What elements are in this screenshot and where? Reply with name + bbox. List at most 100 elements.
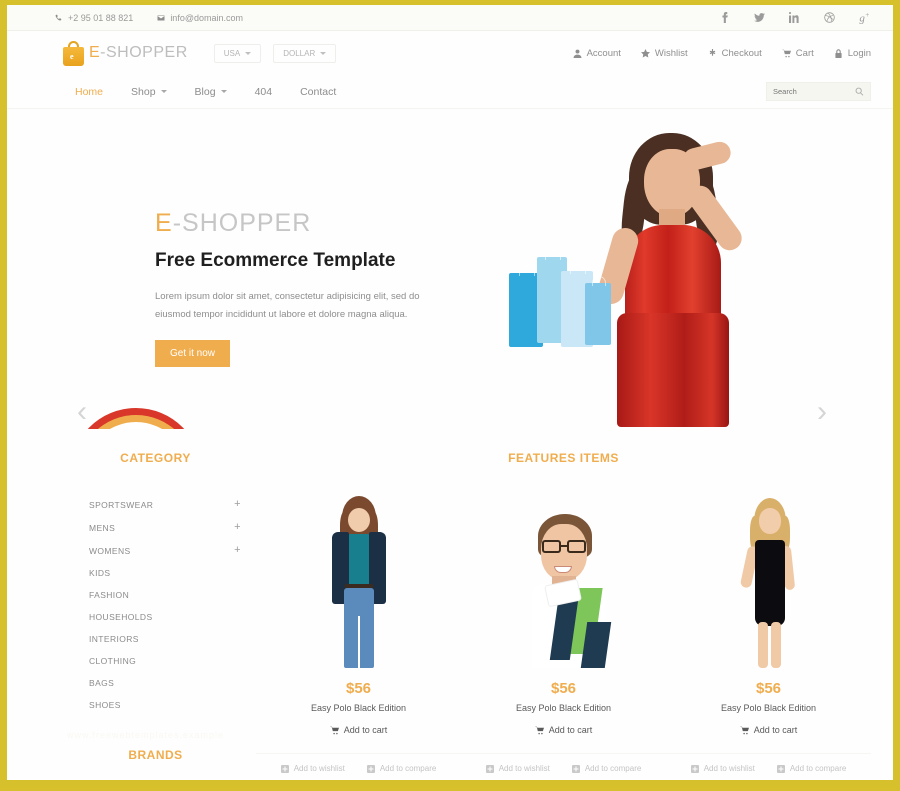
- sidebar-item-bags[interactable]: BAGS: [89, 672, 241, 694]
- main-navigation: Home Shop Blog 404 Contact: [7, 75, 893, 109]
- linkedin-icon[interactable]: [788, 11, 801, 24]
- plus-icon[interactable]: +: [234, 522, 241, 533]
- nav-item-shop-label: Shop: [131, 85, 156, 98]
- product-card[interactable]: $56 Easy Polo Black Edition Add to cart …: [461, 493, 666, 773]
- site-header: e E-SHOPPER USA DOLLAR Account Wishlist …: [7, 31, 893, 75]
- hero-brand-suffix: -SHOPPER: [172, 209, 312, 237]
- login-label: Login: [847, 47, 871, 59]
- nav-item-shop[interactable]: Shop: [117, 86, 181, 98]
- plus-square-icon: [776, 764, 785, 773]
- wishlist-link[interactable]: Wishlist: [640, 48, 688, 59]
- sidebar-item-sportswear[interactable]: SPORTSWEAR +: [89, 493, 241, 516]
- carousel-prev-arrow[interactable]: ‹: [77, 397, 87, 427]
- category-list: SPORTSWEAR + MENS + WOMENS + KIDS FASHIO…: [55, 493, 256, 716]
- product-name: Easy Polo Black Edition: [720, 703, 817, 713]
- plus-square-icon: [690, 764, 699, 773]
- country-select[interactable]: USA: [213, 43, 262, 63]
- product-card[interactable]: $56 Easy Polo Black Edition Add to cart …: [666, 493, 871, 773]
- sidebar-item-label: INTERIORS: [89, 634, 139, 644]
- carousel-next-arrow[interactable]: ›: [817, 397, 827, 427]
- plus-square-icon: [280, 764, 289, 773]
- logo-text-suffix: -SHOPPER: [100, 44, 188, 61]
- add-to-wishlist-button[interactable]: Add to wishlist: [485, 764, 550, 773]
- hero-image: [507, 127, 837, 427]
- cart-icon: [534, 726, 544, 734]
- account-link[interactable]: Account: [573, 48, 621, 59]
- sidebar-item-kids[interactable]: KIDS: [89, 562, 241, 584]
- product-image: [666, 493, 871, 668]
- google-plus-icon[interactable]: g+: [858, 11, 871, 25]
- logo[interactable]: e E-SHOPPER: [63, 40, 188, 66]
- sidebar-item-fashion[interactable]: FASHION: [89, 584, 241, 606]
- page-frame: +2 95 01 88 821 info@domain.com g+ e E-S…: [7, 5, 893, 786]
- hero-carousel: E-SHOPPER Free Ecommerce Template Lorem …: [7, 109, 893, 429]
- hero-description: Lorem ipsum dolor sit amet, consectetur …: [155, 291, 420, 321]
- nav-item-blog[interactable]: Blog: [181, 86, 241, 98]
- product-image: [256, 493, 461, 668]
- add-to-compare-label: Add to compare: [789, 764, 847, 773]
- product-card[interactable]: $56 Easy Polo Black Edition Add to cart …: [256, 493, 461, 773]
- product-price: $56: [550, 680, 577, 697]
- cart-link[interactable]: Cart: [781, 48, 814, 59]
- add-to-wishlist-label: Add to wishlist: [703, 764, 755, 773]
- login-link[interactable]: Login: [834, 48, 871, 59]
- checkout-link[interactable]: Checkout: [708, 48, 762, 59]
- phone-item[interactable]: +2 95 01 88 821: [55, 13, 133, 23]
- lock-icon: [835, 48, 842, 58]
- sidebar-item-mens[interactable]: MENS +: [89, 516, 241, 539]
- nav-items: Home Shop Blog 404 Contact: [63, 86, 350, 98]
- category-title: CATEGORY: [120, 451, 191, 465]
- add-to-cart-label: Add to cart: [343, 725, 388, 735]
- product-model-illustration: [518, 496, 611, 668]
- product-image: [461, 493, 666, 668]
- product-model-illustration: [319, 496, 399, 668]
- shopping-bag-icon: e: [63, 40, 84, 66]
- currency-select[interactable]: DOLLAR: [273, 43, 337, 63]
- product-model-illustration: [736, 496, 802, 668]
- add-to-cart-button[interactable]: Add to cart: [256, 725, 461, 735]
- sidebar: CATEGORY SPORTSWEAR + MENS + WOMENS + KI…: [41, 429, 256, 773]
- get-it-now-button[interactable]: Get it now: [155, 340, 231, 368]
- sidebar-item-label: CLOTHING: [89, 656, 137, 666]
- sidebar-item-label: FASHION: [89, 590, 130, 600]
- hero-text: E-SHOPPER Free Ecommerce Template Lorem …: [155, 209, 475, 368]
- product-actions: Add to wishlist Add to compare: [256, 753, 461, 773]
- nav-item-home[interactable]: Home: [63, 86, 117, 98]
- product-name: Easy Polo Black Edition: [515, 703, 612, 713]
- product-name: Easy Polo Black Edition: [310, 703, 407, 713]
- facebook-icon[interactable]: [718, 11, 731, 24]
- add-to-cart-button[interactable]: Add to cart: [461, 725, 666, 735]
- email-address: info@domain.com: [170, 12, 243, 23]
- add-to-compare-button[interactable]: Add to compare: [366, 764, 436, 773]
- plus-icon[interactable]: +: [234, 499, 241, 510]
- nav-item-404[interactable]: 404: [241, 86, 287, 98]
- account-label: Account: [586, 47, 621, 59]
- add-to-compare-button[interactable]: Add to compare: [571, 764, 641, 773]
- hero-brand: E-SHOPPER: [155, 209, 475, 238]
- chevron-down-icon: [245, 51, 252, 55]
- product-price: $56: [755, 680, 782, 697]
- sidebar-item-label: WOMENS: [89, 545, 131, 556]
- add-to-wishlist-button[interactable]: Add to wishlist: [280, 764, 345, 773]
- add-to-compare-button[interactable]: Add to compare: [776, 764, 847, 773]
- dribbble-icon[interactable]: [823, 11, 836, 24]
- sidebar-item-womens[interactable]: WOMENS +: [89, 539, 241, 562]
- search-box[interactable]: [766, 82, 871, 101]
- hero-title: Free Ecommerce Template: [155, 250, 396, 271]
- shopping-bags-illustration: [507, 247, 617, 367]
- sidebar-item-clothing[interactable]: CLOTHING: [89, 650, 241, 672]
- chevron-down-icon: [220, 90, 227, 93]
- sidebar-item-interiors[interactable]: INTERIORS: [89, 628, 241, 650]
- search-input[interactable]: [773, 87, 855, 96]
- sidebar-item-shoes[interactable]: SHOES: [89, 694, 241, 716]
- nav-item-contact[interactable]: Contact: [286, 86, 350, 98]
- plus-icon[interactable]: +: [234, 545, 241, 556]
- header-links: Account Wishlist Checkout Cart Login: [573, 48, 871, 59]
- twitter-icon[interactable]: [753, 11, 766, 24]
- sidebar-item-households[interactable]: HOUSEHOLDS: [89, 606, 241, 628]
- search-icon[interactable]: [855, 87, 864, 96]
- sidebar-item-label: KIDS: [89, 568, 111, 578]
- email-item[interactable]: info@domain.com: [157, 13, 243, 23]
- add-to-wishlist-button[interactable]: Add to wishlist: [690, 764, 755, 773]
- add-to-cart-button[interactable]: Add to cart: [666, 725, 871, 735]
